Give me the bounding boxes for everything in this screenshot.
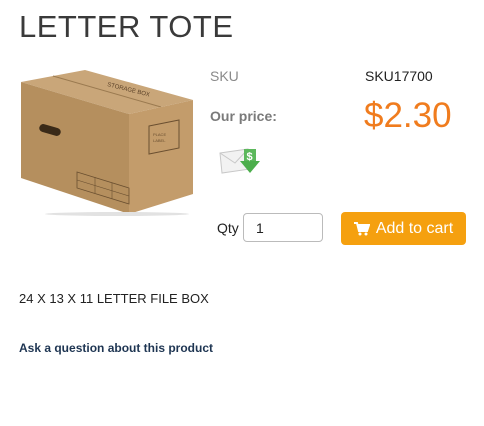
shopping-cart-icon (353, 221, 370, 235)
product-title: LETTER TOTE (19, 9, 234, 44)
sku-value: SKU17700 (365, 68, 433, 84)
email-price-alert-icon[interactable]: $ (218, 147, 262, 175)
svg-text:$: $ (247, 151, 253, 163)
sku-label: SKU (210, 68, 239, 84)
product-image: PLACE LABEL STORAGE BOX (21, 70, 193, 216)
ask-question-link[interactable]: Ask a question about this product (19, 341, 213, 355)
add-to-cart-label: Add to cart (375, 219, 454, 237)
svg-text:LABEL: LABEL (153, 138, 166, 143)
quantity-input[interactable] (243, 213, 323, 242)
qty-label: Qty (217, 220, 239, 236)
svg-text:PLACE: PLACE (153, 132, 166, 137)
price-label: Our price: (210, 108, 277, 124)
add-to-cart-button[interactable]: Add to cart (341, 212, 466, 245)
price-value: $2.30 (364, 96, 452, 135)
product-description: 24 X 13 X 11 LETTER FILE BOX (19, 291, 209, 306)
